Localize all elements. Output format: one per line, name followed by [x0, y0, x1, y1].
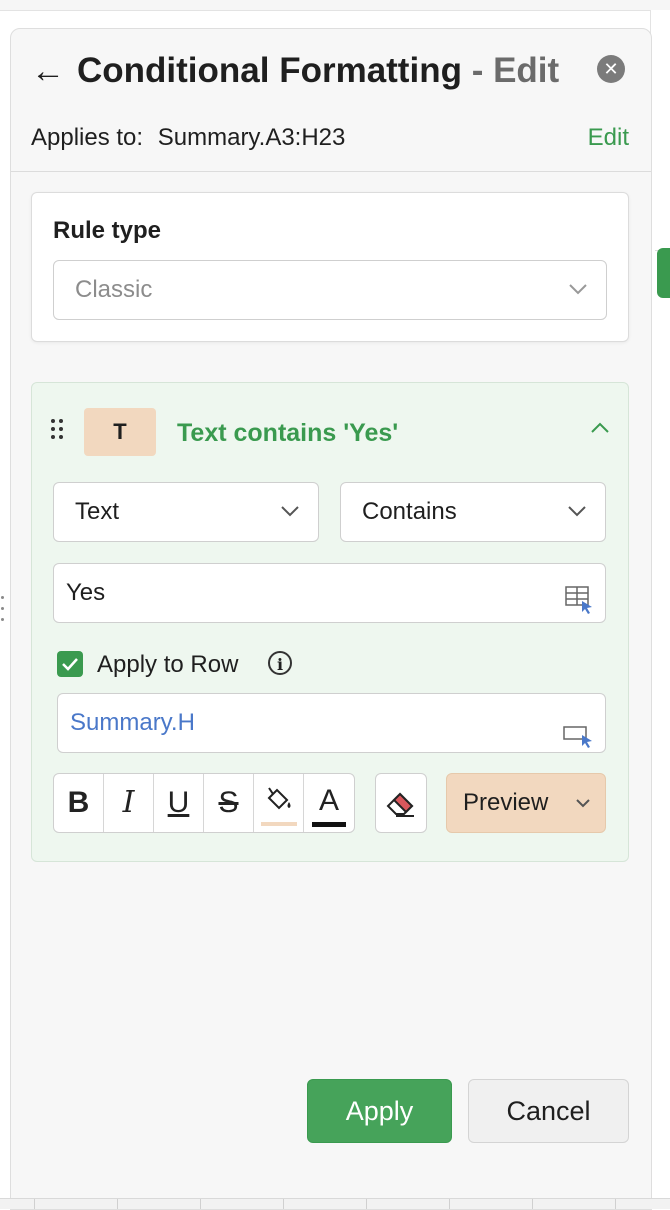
chevron-down-icon [280, 483, 300, 541]
info-icon[interactable]: i [268, 651, 292, 675]
font-color-button[interactable]: A [304, 774, 354, 832]
close-icon[interactable]: ✕ [597, 55, 625, 83]
strikethrough-label: S [218, 786, 239, 819]
strikethrough-button[interactable]: S [204, 774, 254, 832]
apply-to-row-label: Apply to Row [97, 651, 239, 678]
range-picker-icon[interactable] [563, 712, 593, 748]
title-suffix: - Edit [471, 51, 560, 90]
chevron-up-icon[interactable] [588, 421, 612, 441]
rule-type-value: Classic [75, 276, 153, 303]
apply-to-row-checkbox[interactable] [57, 651, 83, 677]
cancel-button[interactable]: Cancel [468, 1079, 629, 1143]
drag-handle-icon[interactable] [51, 419, 65, 441]
underline-label: U [167, 786, 190, 819]
operator-value: Contains [362, 498, 457, 525]
italic-label: I [122, 785, 135, 820]
row-reference-input[interactable]: Summary.H [57, 693, 606, 753]
applies-label: Applies to: [31, 124, 144, 151]
chevron-down-icon [568, 261, 588, 319]
operator-select[interactable]: Contains [340, 482, 606, 542]
arrow-left-icon[interactable]: ← [31, 51, 69, 91]
text-format-toolbar: B I U S A [53, 773, 355, 833]
cell-picker-icon[interactable] [565, 578, 593, 614]
bottom-edge [0, 1198, 670, 1209]
bold-button[interactable]: B [54, 774, 104, 832]
rule-type-select[interactable]: Classic [53, 260, 607, 320]
rule-type-card: Rule type Classic [31, 192, 629, 342]
fill-color-button[interactable] [254, 774, 304, 832]
top-edge [0, 0, 670, 11]
side-tab[interactable] [657, 248, 670, 298]
row-reference-value: Summary.H [70, 709, 195, 736]
page-title: Conditional Formatting - Edit [77, 47, 559, 95]
condition-title: Text contains 'Yes' [177, 419, 399, 447]
sheet-edge [650, 10, 670, 1198]
condition-value-input[interactable]: Yes [53, 563, 606, 623]
chevron-down-icon [567, 483, 587, 541]
preview-style-select[interactable]: Preview [446, 773, 606, 833]
field-type-value: Text [75, 498, 120, 525]
apply-button[interactable]: Apply [307, 1079, 452, 1143]
condition-value: Yes [66, 579, 106, 606]
field-type-select[interactable]: Text [53, 482, 319, 542]
title-text: Conditional Formatting [77, 51, 462, 90]
resize-handle[interactable] [0, 596, 6, 630]
panel-header: ← Conditional Formatting - Edit ✕ Applie… [11, 29, 651, 172]
condition-card: T Text contains 'Yes' Text Contains Yes [31, 382, 629, 862]
fill-color-swatch [261, 822, 297, 826]
conditional-formatting-panel: ← Conditional Formatting - Edit ✕ Applie… [10, 28, 652, 1210]
chevron-down-icon [575, 774, 591, 832]
edit-range-link[interactable]: Edit [588, 123, 629, 153]
preview-label: Preview [463, 789, 549, 816]
applies-range: Summary.A3:H23 [157, 124, 346, 151]
format-preview-badge: T [84, 408, 156, 456]
clear-format-button[interactable] [375, 773, 427, 833]
rule-type-label: Rule type [53, 217, 162, 244]
font-color-swatch [312, 822, 346, 827]
italic-button[interactable]: I [104, 774, 154, 832]
bold-label: B [67, 786, 90, 819]
font-color-label: A [318, 784, 339, 817]
underline-button[interactable]: U [154, 774, 204, 832]
applies-to: Applies to: Summary.A3:H23 [31, 123, 345, 153]
